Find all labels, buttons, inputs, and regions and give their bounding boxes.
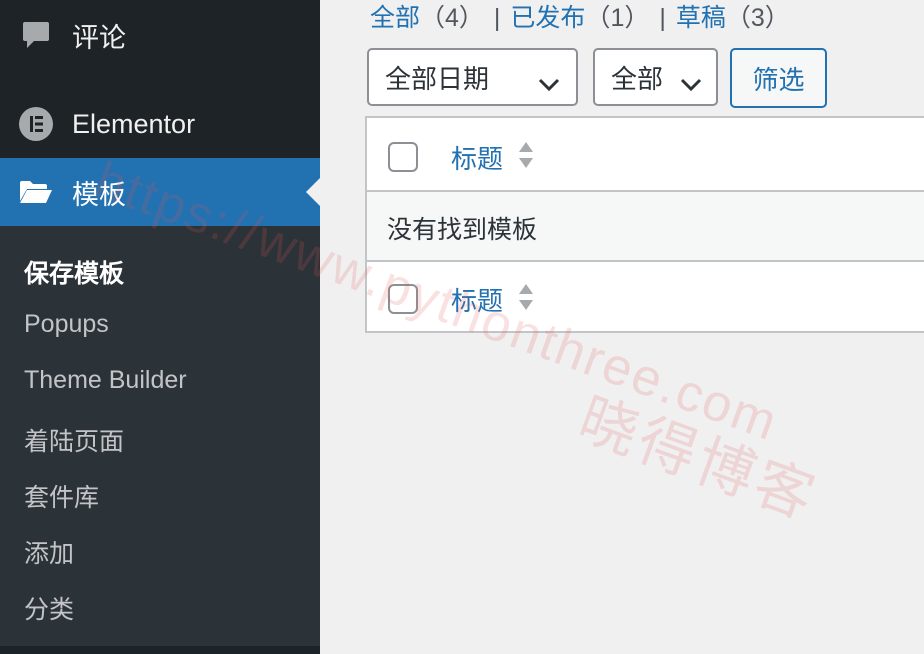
status-filter-links: 全部（4） | 已发布（1） | 草稿（3） <box>370 0 790 34</box>
menu-item-elementor-label: Elementor <box>72 108 196 139</box>
menu-item-comments[interactable]: 评论 <box>0 12 320 58</box>
status-link-published[interactable]: 已发布（1） <box>510 4 649 32</box>
watermark-text: 晓得博客 <box>570 386 826 533</box>
folder-open-icon <box>18 174 54 210</box>
status-separator: | <box>659 4 666 32</box>
table-footer-row: 标题 <box>367 262 924 333</box>
menu-item-elementor[interactable]: Elementor <box>0 100 320 148</box>
admin-sidebar: 评论 Elementor 模板 保存模板 Popups Theme Builde… <box>0 0 320 654</box>
date-filter-select[interactable]: 全部日期 <box>367 48 578 106</box>
chevron-down-icon <box>538 68 560 99</box>
status-separator: | <box>493 4 501 32</box>
table-header-row: 标题 <box>367 118 924 190</box>
filter-button[interactable]: 筛选 <box>730 48 827 108</box>
select-all-checkbox-footer[interactable] <box>388 284 418 314</box>
menu-item-templates-label: 模板 <box>72 179 126 210</box>
select-all-checkbox[interactable] <box>388 142 418 172</box>
menu-item-templates[interactable]: 模板 <box>0 158 320 226</box>
submenu-item-theme-builder[interactable]: Theme Builder <box>24 366 187 395</box>
menu-item-comments-label: 评论 <box>72 22 126 53</box>
chevron-down-icon <box>680 68 702 99</box>
status-count-published: （1） <box>585 4 650 32</box>
type-filter-select[interactable]: 全部 <box>593 48 718 106</box>
templates-submenu: 保存模板 Popups Theme Builder 着陆页面 套件库 添加 分类 <box>0 226 320 646</box>
comment-bubble-icon <box>18 17 54 53</box>
submenu-item-categories[interactable]: 分类 <box>24 590 74 626</box>
type-filter-value: 全部 <box>611 63 664 94</box>
status-count-all: （4） <box>420 4 484 32</box>
status-link-all[interactable]: 全部（4） <box>370 4 484 32</box>
status-link-drafts[interactable]: 草稿（3） <box>676 4 790 32</box>
column-title-footer[interactable]: 标题 <box>451 281 503 318</box>
sort-arrows-icon[interactable] <box>517 140 535 175</box>
status-count-drafts: （3） <box>725 4 790 32</box>
submenu-item-landing-pages[interactable]: 着陆页面 <box>24 422 124 458</box>
templates-table: 标题 没有找到模板 标题 <box>365 116 924 333</box>
submenu-item-kit-library[interactable]: 套件库 <box>24 478 99 514</box>
submenu-item-popups[interactable]: Popups <box>24 310 109 339</box>
date-filter-value: 全部日期 <box>385 63 490 94</box>
submenu-item-add-new[interactable]: 添加 <box>24 534 74 570</box>
empty-message: 没有找到模板 <box>387 216 538 244</box>
active-menu-pointer <box>306 178 320 206</box>
elementor-logo-icon <box>18 106 54 142</box>
column-title-header[interactable]: 标题 <box>451 139 503 176</box>
table-row-empty: 没有找到模板 <box>367 190 924 262</box>
submenu-item-saved-templates[interactable]: 保存模板 <box>24 254 124 290</box>
sort-arrows-icon[interactable] <box>517 282 535 317</box>
